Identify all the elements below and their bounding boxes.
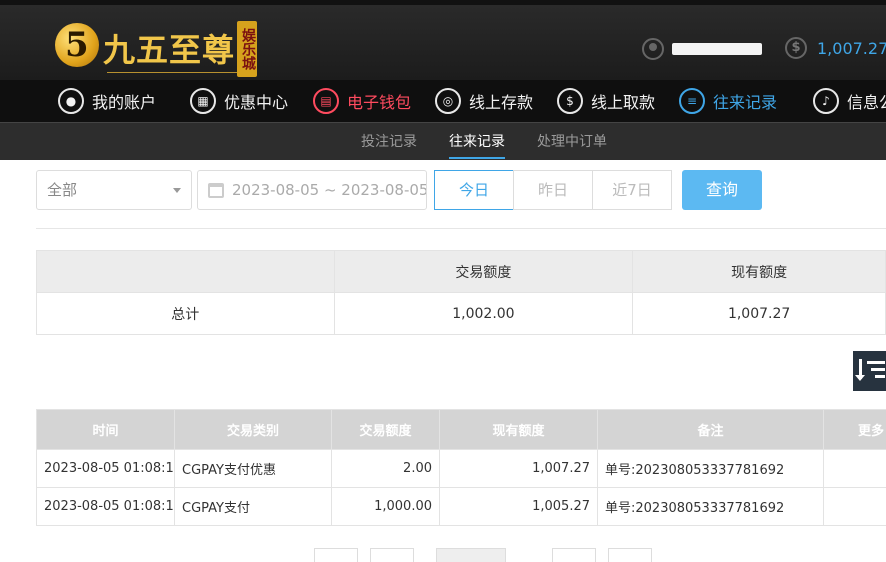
brand-logo[interactable]: 5 九五至尊 娱乐城 bbox=[55, 15, 265, 75]
column-header-type: 交易类别 bbox=[175, 410, 332, 450]
tab-transaction-records[interactable]: 往来记录 bbox=[449, 123, 505, 161]
today-button[interactable]: 今日 bbox=[434, 170, 514, 210]
column-header-balance: 现有额度 bbox=[440, 410, 598, 450]
nav-label: 电子钱包 bbox=[347, 89, 411, 113]
sub-nav: 投注记录 往来记录 处理中订单 bbox=[0, 122, 886, 160]
summary-transaction-total: 1,002.00 bbox=[334, 293, 633, 335]
nav-online-deposit[interactable]: ◎ 线上存款 bbox=[435, 80, 533, 122]
user-circle-icon: ● bbox=[58, 88, 84, 114]
gift-icon: ▦ bbox=[190, 88, 216, 114]
nav-records[interactable]: ≡ 往来记录 bbox=[679, 80, 777, 122]
username: lu bbox=[672, 43, 762, 55]
cell-remark: 单号:2023080533377816​92 bbox=[598, 450, 824, 488]
records-icon: ≡ bbox=[679, 88, 705, 114]
cell-type: CGPAY支付 bbox=[175, 488, 332, 526]
bell-icon: ♪ bbox=[813, 88, 839, 114]
column-header-more: 更多 bbox=[824, 410, 886, 450]
pager-next[interactable] bbox=[552, 548, 596, 562]
date-range-value: 2023-08-05 ~ 2023-08-05 bbox=[232, 181, 427, 199]
pager-prev[interactable] bbox=[370, 548, 414, 562]
deposit-icon: ◎ bbox=[435, 88, 461, 114]
date-range-input[interactable]: 2023-08-05 ~ 2023-08-05 bbox=[197, 170, 427, 210]
last-7-days-button[interactable]: 近7日 bbox=[592, 170, 672, 210]
nav-promotions[interactable]: ▦ 优惠中心 bbox=[190, 80, 288, 122]
balance-amount: 1,007.27 bbox=[817, 39, 886, 58]
cell-time: 2023-08-05 01:08:18 bbox=[37, 488, 175, 526]
cell-more[interactable] bbox=[824, 450, 886, 488]
calendar-icon bbox=[208, 183, 224, 198]
column-header-remark: 备注 bbox=[598, 410, 824, 450]
records-table: 时间 交易类别 交易额度 现有额度 备注 更多 2023-08-05 01:08… bbox=[36, 409, 886, 526]
summary-label: 总计 bbox=[37, 293, 335, 335]
nav-label: 线上取款 bbox=[591, 89, 655, 113]
summary-header bbox=[37, 251, 335, 293]
pager-last[interactable] bbox=[608, 548, 652, 562]
user-icon bbox=[642, 38, 664, 60]
nav-e-wallet[interactable]: ▤ 电子钱包 bbox=[313, 80, 411, 122]
cell-remark: 单号:202308053337781692 bbox=[598, 488, 824, 526]
yesterday-button[interactable]: 昨日 bbox=[513, 170, 593, 210]
caret-down-icon bbox=[173, 188, 181, 193]
pager-current[interactable] bbox=[436, 548, 506, 562]
table-row: 2023-08-05 01:08:18 CGPAY支付 1,000.00 1,0… bbox=[37, 488, 886, 526]
summary-balance-total: 1,007.27 bbox=[633, 293, 886, 335]
type-select[interactable]: 全部 bbox=[36, 170, 192, 210]
cell-amount: 2.00 bbox=[332, 450, 440, 488]
dollar-icon: $ bbox=[785, 37, 807, 59]
sort-bar-icon bbox=[871, 368, 885, 371]
user-info[interactable]: lu bbox=[642, 35, 762, 63]
nav-online-withdraw[interactable]: $ 线上取款 bbox=[557, 80, 655, 122]
column-header-time: 时间 bbox=[37, 410, 175, 450]
wallet-icon: ▤ bbox=[313, 88, 339, 114]
top-header: 5 九五至尊 娱乐城 lu $ 1,007.27 bbox=[0, 0, 886, 80]
summary-header: 现有额度 bbox=[633, 251, 886, 293]
sort-bar-icon bbox=[867, 361, 885, 364]
nav-label: 优惠中心 bbox=[224, 89, 288, 113]
type-select-value: 全部 bbox=[47, 181, 77, 199]
brand-badge: 娱乐城 bbox=[237, 21, 257, 77]
divider bbox=[36, 228, 886, 229]
query-button[interactable]: 查询 bbox=[682, 170, 762, 210]
summary-row: 总计 1,002.00 1,007.27 bbox=[37, 293, 886, 335]
cell-amount: 1,000.00 bbox=[332, 488, 440, 526]
withdraw-icon: $ bbox=[557, 88, 583, 114]
nav-notices[interactable]: ♪ 信息公 bbox=[813, 80, 886, 122]
main-nav: ● 我的账户 ▦ 优惠中心 ▤ 电子钱包 ◎ 线上存款 $ 线上取款 ≡ 往来记… bbox=[0, 80, 886, 122]
nav-label: 往来记录 bbox=[713, 89, 777, 113]
summary-table: 交易额度 现有额度 总计 1,002.00 1,007.27 bbox=[36, 250, 886, 335]
balance-display: $ 1,007.27 bbox=[785, 37, 886, 59]
logo-flourish bbox=[107, 65, 237, 73]
table-row: 2023-08-05 01:08:18 CGPAY支付优惠 2.00 1,007… bbox=[37, 450, 886, 488]
nav-my-account[interactable]: ● 我的账户 bbox=[58, 80, 156, 122]
column-header-amount: 交易额度 bbox=[332, 410, 440, 450]
cell-balance: 1,005.27 bbox=[440, 488, 598, 526]
sort-arrowhead-icon bbox=[855, 375, 865, 381]
nav-label: 我的账户 bbox=[92, 89, 156, 113]
cell-balance: 1,007.27 bbox=[440, 450, 598, 488]
sort-order-button[interactable] bbox=[853, 351, 886, 391]
sort-bar-icon bbox=[875, 375, 885, 378]
cell-time: 2023-08-05 01:08:18 bbox=[37, 450, 175, 488]
tab-bet-records[interactable]: 投注记录 bbox=[361, 123, 417, 161]
cell-more[interactable] bbox=[824, 488, 886, 526]
cell-type: CGPAY支付优惠 bbox=[175, 450, 332, 488]
nav-label: 线上存款 bbox=[469, 89, 533, 113]
tab-pending-orders[interactable]: 处理中订单 bbox=[537, 123, 607, 161]
pager-first[interactable] bbox=[314, 548, 358, 562]
logo-emblem: 5 bbox=[55, 23, 99, 67]
nav-label: 信息公 bbox=[847, 89, 886, 113]
summary-header: 交易额度 bbox=[334, 251, 633, 293]
